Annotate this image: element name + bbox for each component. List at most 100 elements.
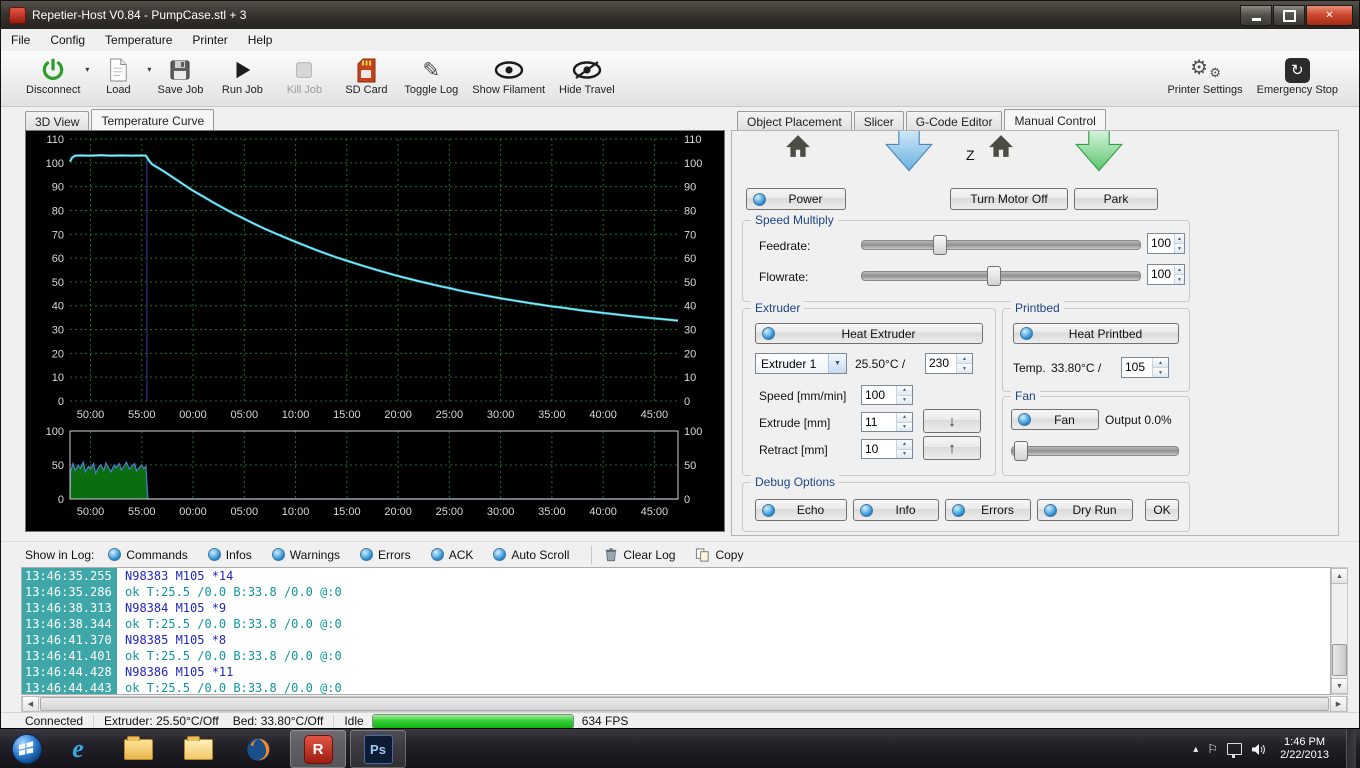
save-job-button[interactable]: Save Job: [149, 51, 211, 98]
clear-log-button[interactable]: Clear Log: [604, 547, 675, 562]
menu-file[interactable]: File: [1, 30, 40, 50]
spinner-down-button[interactable]: ▼: [1175, 275, 1184, 284]
extrude-button[interactable]: ↓: [923, 409, 981, 433]
tab-object-placement[interactable]: Object Placement: [737, 111, 852, 131]
taskbar-photoshop-button[interactable]: Ps: [350, 730, 406, 768]
show-desktop-button[interactable]: [1346, 729, 1356, 768]
action-center-icon[interactable]: ⚐: [1207, 742, 1218, 756]
scroll-down-arrow[interactable]: ▼: [1331, 678, 1348, 694]
taskbar-explorer-button[interactable]: [170, 730, 226, 768]
log-filter-commands[interactable]: Commands: [108, 548, 187, 562]
menu-temperature[interactable]: Temperature: [95, 30, 182, 50]
heat-printbed-button[interactable]: Heat Printbed: [1013, 323, 1179, 344]
hide-travel-button[interactable]: Hide Travel: [552, 51, 622, 98]
taskbar-ie-button[interactable]: e: [50, 730, 106, 768]
fan-button[interactable]: Fan: [1011, 409, 1099, 430]
spinner-up-button[interactable]: ▲: [897, 440, 912, 450]
tab-3d-view[interactable]: 3D View: [25, 111, 89, 131]
extruder-selector[interactable]: Extruder 1 ▼: [755, 353, 847, 374]
spinner-up-button[interactable]: ▲: [1175, 234, 1184, 244]
spinner-down-button[interactable]: ▼: [1153, 368, 1168, 377]
taskbar-repetier-button[interactable]: R: [290, 730, 346, 768]
log-auto-scroll-toggle[interactable]: Auto Scroll: [493, 548, 569, 562]
spinner-up-button[interactable]: ▲: [957, 354, 972, 364]
log-filter-warnings[interactable]: Warnings: [272, 548, 340, 562]
taskbar-libraries-button[interactable]: [110, 730, 166, 768]
feedrate-spinner[interactable]: 100 ▲▼: [1147, 233, 1185, 254]
spinner-down-button[interactable]: ▼: [897, 423, 912, 432]
tab-temperature-curve[interactable]: Temperature Curve: [91, 109, 214, 131]
extrude-length-spinner[interactable]: 11 ▲▼: [861, 412, 913, 432]
show-filament-button[interactable]: Show Filament: [465, 51, 552, 98]
debug-dry-run-button[interactable]: Dry Run: [1037, 499, 1133, 521]
run-job-button[interactable]: Run Job: [211, 51, 273, 98]
spinner-down-button[interactable]: ▼: [957, 364, 972, 373]
spinner-down-button[interactable]: ▼: [897, 396, 912, 405]
home-z-icon[interactable]: [986, 133, 1016, 159]
menu-help[interactable]: Help: [238, 30, 283, 50]
toggle-log-button[interactable]: ✎ Toggle Log: [397, 51, 465, 98]
sd-card-button[interactable]: SD Card: [335, 51, 397, 98]
fan-slider-thumb[interactable]: [1014, 441, 1028, 461]
tab-gcode-editor[interactable]: G-Code Editor: [906, 111, 1003, 131]
debug-echo-button[interactable]: Echo: [755, 499, 847, 521]
debug-errors-button[interactable]: Errors: [945, 499, 1031, 521]
copy-log-button[interactable]: Copy: [695, 547, 743, 563]
svg-text:100: 100: [684, 426, 702, 438]
spinner-down-button[interactable]: ▼: [897, 450, 912, 459]
retract-button[interactable]: ↑: [923, 436, 981, 460]
home-xy-icon[interactable]: [783, 133, 813, 159]
taskbar-firefox-button[interactable]: [230, 730, 286, 768]
scrollbar-thumb[interactable]: [1332, 644, 1347, 676]
log-vertical-scrollbar[interactable]: ▲ ▼: [1331, 567, 1348, 695]
network-icon[interactable]: [1227, 743, 1242, 755]
start-button[interactable]: [8, 730, 46, 768]
turn-motor-off-button[interactable]: Turn Motor Off: [950, 188, 1068, 210]
load-button[interactable]: Load ▾: [87, 51, 149, 98]
z-down-arrow-button[interactable]: [1074, 130, 1124, 173]
fan-slider[interactable]: [1011, 441, 1179, 459]
retract-length-spinner[interactable]: 10 ▲▼: [861, 439, 913, 459]
park-button[interactable]: Park: [1074, 188, 1158, 210]
disconnect-button[interactable]: Disconnect ▾: [19, 51, 87, 98]
feedrate-slider[interactable]: [861, 235, 1141, 253]
log-filter-ack[interactable]: ACK: [431, 548, 474, 562]
power-button[interactable]: Power: [746, 188, 846, 210]
flowrate-spinner[interactable]: 100 ▲▼: [1147, 264, 1185, 285]
extrude-speed-spinner[interactable]: 100 ▲▼: [861, 385, 913, 405]
maximize-button[interactable]: [1273, 5, 1305, 26]
y-minus-arrow-button[interactable]: [884, 130, 934, 173]
ok-button[interactable]: OK: [1145, 499, 1179, 521]
spinner-up-button[interactable]: ▲: [1175, 265, 1184, 275]
log-horizontal-scrollbar[interactable]: ◀ ▶: [21, 696, 1348, 712]
bed-target-spinner[interactable]: 105 ▲▼: [1121, 357, 1169, 378]
printer-settings-button[interactable]: ⚙⚙ Printer Settings: [1160, 51, 1249, 98]
menu-config[interactable]: Config: [40, 30, 95, 50]
scroll-right-arrow[interactable]: ▶: [1330, 696, 1347, 712]
tab-slicer[interactable]: Slicer: [854, 111, 904, 131]
show-hidden-icons-button[interactable]: ▴: [1193, 744, 1198, 755]
title-bar[interactable]: Repetier-Host V0.84 - PumpCase.stl + 3 ✕: [1, 1, 1359, 29]
close-button[interactable]: ✕: [1306, 5, 1353, 26]
spinner-up-button[interactable]: ▲: [897, 386, 912, 396]
scroll-left-arrow[interactable]: ◀: [22, 696, 39, 712]
tab-manual-control[interactable]: Manual Control: [1004, 109, 1105, 131]
menu-printer[interactable]: Printer: [182, 30, 237, 50]
log-filter-infos[interactable]: Infos: [208, 548, 252, 562]
spinner-up-button[interactable]: ▲: [897, 413, 912, 423]
minimize-button[interactable]: [1240, 5, 1272, 26]
extruder-target-spinner[interactable]: 230 ▲▼: [925, 353, 973, 374]
spinner-down-button[interactable]: ▼: [1175, 244, 1184, 253]
log-filter-errors[interactable]: Errors: [360, 548, 411, 562]
taskbar-clock[interactable]: 1:46 PM 2/22/2013: [1280, 736, 1329, 762]
flowrate-slider-thumb[interactable]: [987, 266, 1001, 286]
scroll-up-arrow[interactable]: ▲: [1331, 568, 1348, 584]
spinner-up-button[interactable]: ▲: [1153, 358, 1168, 368]
volume-icon[interactable]: [1251, 743, 1265, 756]
scrollbar-thumb[interactable]: [40, 697, 1329, 711]
debug-info-button[interactable]: Info: [853, 499, 939, 521]
feedrate-slider-thumb[interactable]: [933, 235, 947, 255]
heat-extruder-button[interactable]: Heat Extruder: [755, 323, 983, 344]
emergency-stop-button[interactable]: ↻ Emergency Stop: [1250, 51, 1345, 98]
flowrate-slider[interactable]: [861, 266, 1141, 284]
